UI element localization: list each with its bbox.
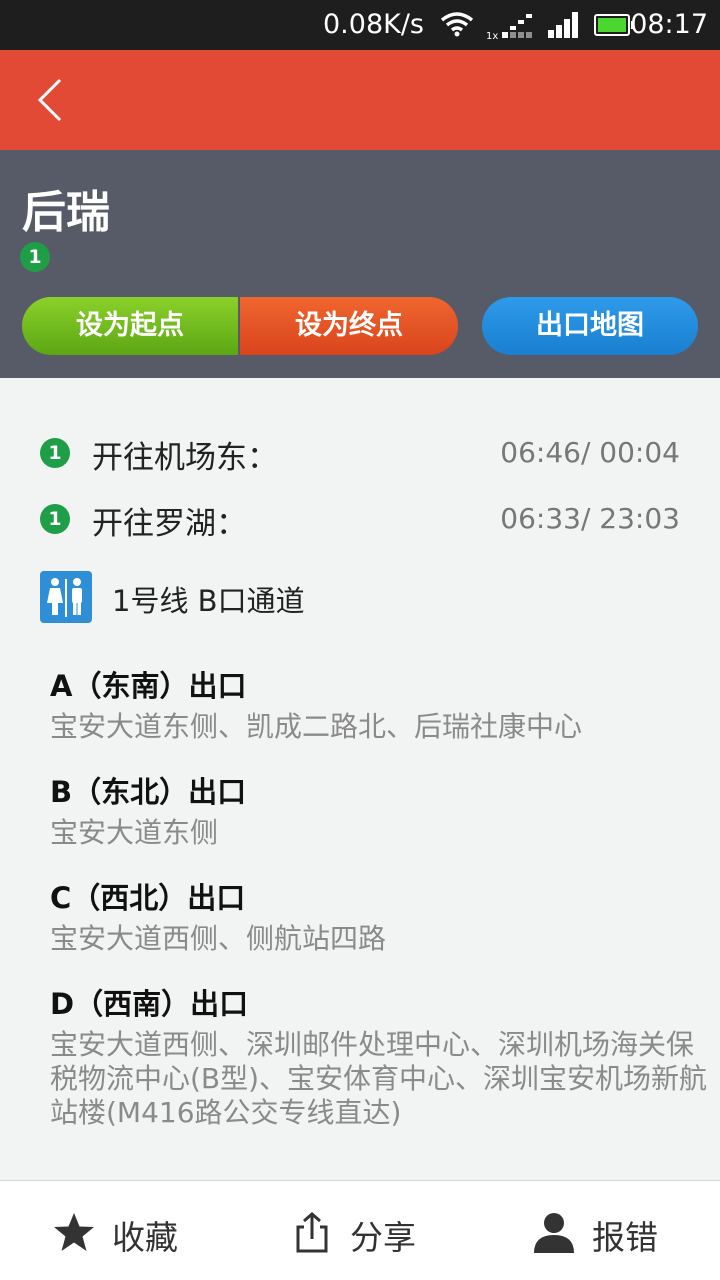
exit-title: B（东北）出口 xyxy=(50,775,247,809)
svg-text:1x: 1x xyxy=(486,31,498,40)
line-badge: 1 xyxy=(20,242,50,272)
report-button[interactable]: 报错 xyxy=(532,1207,682,1257)
favorite-button[interactable]: 收藏 xyxy=(52,1207,202,1257)
direction-time: 06:33/ 23:03 xyxy=(500,502,680,535)
wifi-icon xyxy=(440,12,474,37)
exit-title: D（西南）出口 xyxy=(50,987,249,1021)
exit-item: D（西南）出口 宝安大道西侧、深圳邮件处理中心、深圳机场海关保税物流中心(B型)… xyxy=(50,984,710,1130)
exit-title: C（西北）出口 xyxy=(50,881,246,915)
station-header: 后瑞 1 设为起点 设为终点 出口地图 xyxy=(0,150,720,378)
facility-row: 1号线 B口通道 xyxy=(0,568,720,628)
battery-icon xyxy=(594,14,634,36)
user-icon xyxy=(534,1213,574,1253)
direction-row: 1 开往机场东： 06:46/ 00:04 xyxy=(0,428,720,478)
network-speed: 0.08K/s xyxy=(323,9,424,40)
app-bar xyxy=(0,50,720,150)
exit-description: 宝安大道东侧 xyxy=(50,816,219,849)
line-badge: 1 xyxy=(40,438,70,468)
signal-icon: 1x xyxy=(486,14,532,40)
star-icon xyxy=(54,1213,94,1251)
exit-description: 宝安大道东侧、凯成二路北、后瑞社康中心 xyxy=(50,710,583,743)
share-icon xyxy=(296,1212,328,1253)
line-badge: 1 xyxy=(40,504,70,534)
exit-description: 宝安大道西侧、深圳邮件处理中心、深圳机场海关保税物流中心(B型)、宝安体育中心、… xyxy=(50,1028,708,1129)
exit-item: B（东北）出口 宝安大道东侧 xyxy=(50,772,710,850)
share-button[interactable]: 分享 xyxy=(290,1207,440,1257)
set-end-button[interactable]: 设为终点 xyxy=(240,297,458,355)
set-start-button[interactable]: 设为起点 xyxy=(22,297,238,355)
bottom-bar: 收藏 分享 报错 xyxy=(0,1180,720,1280)
direction-label: 开往罗湖： xyxy=(92,506,247,542)
signal-icon xyxy=(548,12,578,38)
direction-time: 06:46/ 00:04 xyxy=(500,436,680,469)
page-title: 后瑞 xyxy=(22,187,110,238)
status-bar: 0.08K/s 1x 08:17 xyxy=(0,0,720,50)
exit-item: A（东南）出口 宝安大道东侧、凯成二路北、后瑞社康中心 xyxy=(50,666,710,744)
direction-row: 1 开往罗湖： 06:33/ 23:03 xyxy=(0,494,720,544)
exit-description: 宝安大道西侧、侧航站四路 xyxy=(50,922,387,955)
restroom-icon xyxy=(40,571,92,623)
chevron-left-icon[interactable] xyxy=(26,76,74,124)
facility-text: 1号线 B口通道 xyxy=(112,584,305,618)
exit-map-button[interactable]: 出口地图 xyxy=(482,297,698,355)
direction-label: 开往机场东： xyxy=(92,440,278,476)
clock: 08:17 xyxy=(630,9,708,40)
favorite-label: 收藏 xyxy=(112,1218,178,1257)
report-label: 报错 xyxy=(592,1218,658,1257)
exit-item: C（西北）出口 宝安大道西侧、侧航站四路 xyxy=(50,878,710,956)
exit-title: A（东南）出口 xyxy=(50,669,247,703)
share-label: 分享 xyxy=(350,1218,416,1257)
